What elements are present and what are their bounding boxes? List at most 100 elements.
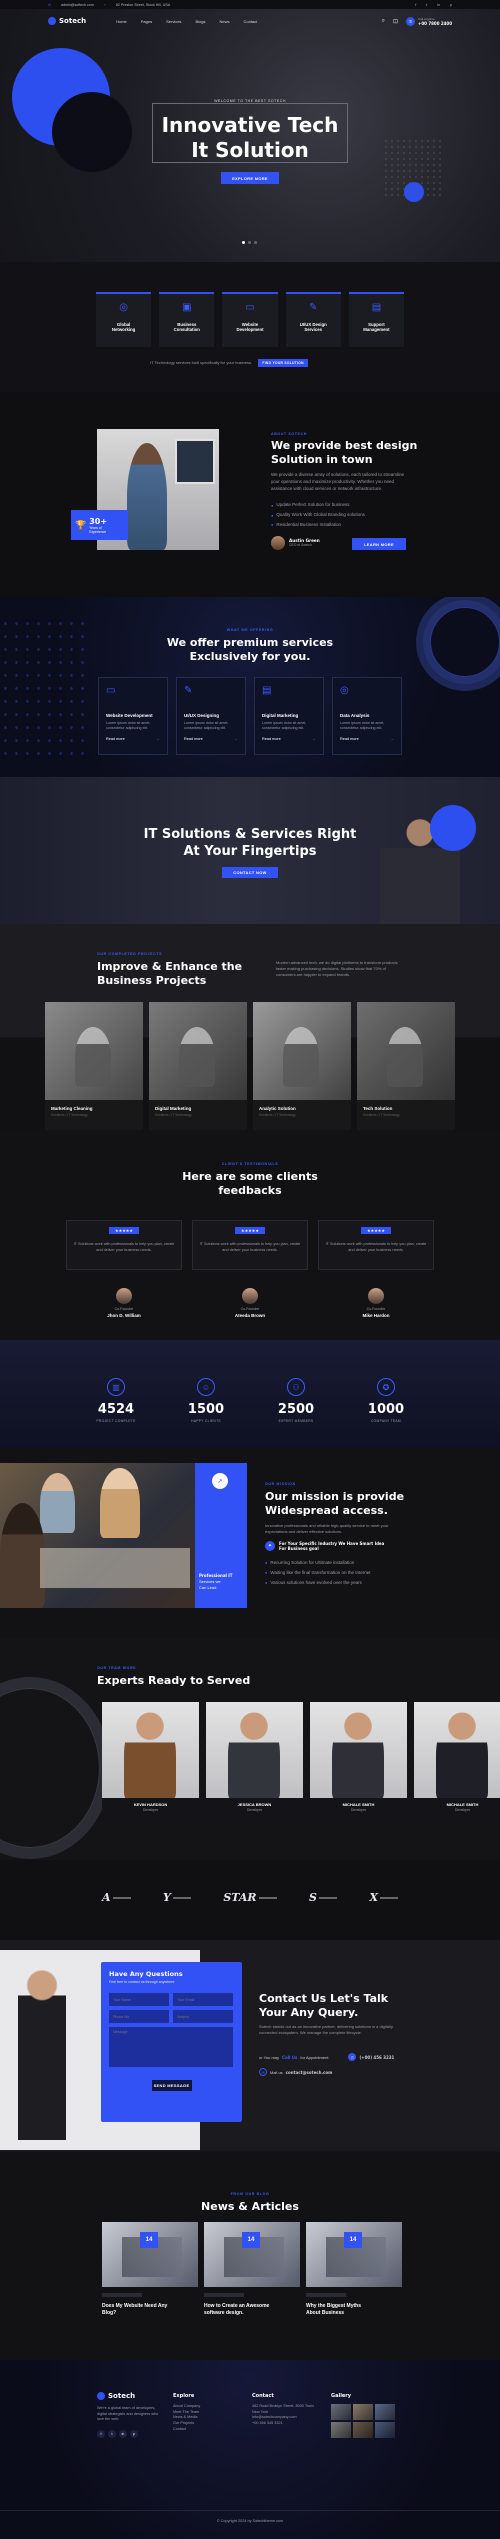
news-card[interactable]: 14 Does My Website Need Any Blog?: [102, 2222, 198, 2352]
hero-title-line2: It Solution: [191, 138, 309, 162]
news-title-line2[interactable]: Blog?: [102, 2310, 198, 2316]
footer-link[interactable]: Contact: [173, 2427, 200, 2433]
nav-news[interactable]: News: [219, 19, 229, 24]
team-card[interactable]: KEVIN HARDSON Developer: [102, 1702, 199, 1818]
gallery-thumb[interactable]: [353, 2404, 373, 2420]
send-message-button[interactable]: SEND MESSAGE: [151, 2080, 192, 2091]
news-title-line1[interactable]: How to Create an Awesome: [204, 2303, 300, 2309]
linkedin-icon[interactable]: in: [119, 2430, 127, 2438]
feature-title-line2: Networking: [111, 327, 136, 332]
about-checklist: ● Update Perfect Solution for business ● Q…: [271, 502, 365, 528]
experience-badge: 🏆 30+ Years of Experience: [71, 510, 128, 540]
hero-tag: WELCOME TO THE BEST SOTECH: [214, 99, 286, 103]
subject-field[interactable]: [173, 2010, 233, 2023]
gallery-thumb[interactable]: [331, 2404, 351, 2420]
mail-line: ✉ Mail us contact@sotech.com: [259, 2068, 332, 2076]
gallery-thumb[interactable]: [331, 2422, 351, 2438]
mission-side-panel: ↗ Professional IT Services we Can Lead: [195, 1463, 247, 1608]
brand-logo[interactable]: A: [102, 1891, 131, 1904]
find-solution-button[interactable]: FIND YOUR SOLUTION: [258, 359, 309, 367]
mission-image: [0, 1463, 195, 1608]
avatar: [368, 1288, 384, 1304]
brand-logo[interactable]: STAR: [223, 1891, 277, 1904]
team-card[interactable]: MICHALE SMITH Developer: [310, 1702, 407, 1818]
phone-field[interactable]: [109, 2010, 169, 2023]
nav-blogs[interactable]: Blogs: [195, 19, 205, 24]
project-card[interactable]: Marketing Cleaning Solutions / IT Technol…: [45, 1002, 143, 1130]
testimonial-card: ★★★★★ IT Solutions work with professional…: [66, 1220, 182, 1330]
gallery-thumb[interactable]: [353, 2422, 373, 2438]
contact-email[interactable]: contact@sotech.com: [286, 2070, 333, 2075]
news-card[interactable]: 14 How to Create an Awesome software desig…: [204, 2222, 300, 2352]
hero-explore-button[interactable]: EXPLORE MORE: [221, 172, 279, 184]
check-icon: ●: [265, 1569, 268, 1575]
read-more-link[interactable]: Read more: [340, 737, 359, 741]
name-field[interactable]: [109, 1993, 169, 2006]
read-more-link[interactable]: Read more: [184, 737, 203, 741]
check-icon: ●: [265, 1579, 268, 1585]
gallery-thumb[interactable]: [375, 2404, 395, 2420]
news-title-line2[interactable]: software design.: [204, 2310, 300, 2316]
project-card[interactable]: Digital Marketing Solutions / IT Technolo…: [149, 1002, 247, 1130]
project-subtitle: Solutions / IT Technology: [155, 1113, 192, 1117]
footer-link[interactable]: About Company: [173, 2404, 200, 2410]
email-field[interactable]: [173, 1993, 233, 2006]
news-card[interactable]: 14 Why the Biggest Myths About Business: [306, 2222, 402, 2352]
linkedin-icon[interactable]: in: [437, 3, 440, 7]
nav-pages[interactable]: Pages: [141, 19, 152, 24]
facebook-icon[interactable]: f: [415, 3, 416, 7]
hero-slider-dots[interactable]: [242, 241, 257, 244]
learn-more-button[interactable]: LEARN MORE: [352, 538, 406, 550]
news-date-badge: 14: [344, 2232, 362, 2248]
footer-logo[interactable]: Sotech: [97, 2392, 135, 2400]
phone-number[interactable]: +00 7800 2400: [418, 21, 452, 26]
twitter-icon[interactable]: t: [426, 3, 427, 7]
contact-phone[interactable]: (+00) 456 3231: [359, 2055, 394, 2060]
service-card[interactable]: ▭ Website Development Lorem ipsum dolor si…: [98, 677, 168, 755]
feature-card[interactable]: ◎ Global Networking: [96, 292, 152, 347]
news-title-line1[interactable]: Why the Biggest Myths: [306, 2303, 402, 2309]
message-field[interactable]: [109, 2027, 233, 2067]
stat-item: ☺ 1500 HAPPY CLIENTS: [176, 1378, 236, 1428]
news-title-line2[interactable]: About Business: [306, 2310, 402, 2316]
about-title-line2: Solution in town: [271, 453, 373, 466]
feature-card[interactable]: ▭ Website Development: [222, 292, 278, 347]
pinterest-icon[interactable]: p: [450, 3, 452, 7]
trophy-icon: 🏆: [75, 519, 87, 530]
nav-services[interactable]: Services: [166, 19, 181, 24]
stat-label: HAPPY CLIENTS: [191, 1419, 221, 1423]
service-card[interactable]: ◎ Data Analysis Lorem ipsum dolor sit amet…: [332, 677, 402, 755]
project-card[interactable]: Analytic Solution Solutions / IT Technolo…: [253, 1002, 351, 1130]
team-card[interactable]: JESSICA BROWN Developer: [206, 1702, 303, 1818]
brand-logo[interactable]: S: [309, 1891, 337, 1904]
service-card[interactable]: ▤ Digital Marketing Lorem ipsum dolor sit …: [254, 677, 324, 755]
nav-home[interactable]: Home: [116, 19, 127, 24]
gallery-thumb[interactable]: [375, 2422, 395, 2438]
pinterest-icon[interactable]: p: [130, 2430, 138, 2438]
search-icon[interactable]: ⌕: [382, 18, 385, 25]
twitter-icon[interactable]: t: [108, 2430, 116, 2438]
read-more-link[interactable]: Read more: [262, 737, 281, 741]
news-title-line1[interactable]: Does My Website Need Any: [102, 2303, 198, 2309]
read-more-link[interactable]: Read more: [106, 737, 125, 741]
topbar-email[interactable]: admin@softech.com: [61, 3, 94, 7]
facebook-icon[interactable]: f: [97, 2430, 105, 2438]
nav-contact[interactable]: Contact: [243, 19, 257, 24]
feature-card[interactable]: ▤ Support Management: [348, 292, 405, 347]
feature-card[interactable]: ▣ Business Consultation: [159, 292, 215, 347]
brand-logo[interactable]: Sotech: [48, 17, 86, 25]
service-card[interactable]: ✎ UI/UX Designing Lorem ipsum dolor sit am…: [176, 677, 246, 755]
brand-logo[interactable]: Y: [163, 1891, 191, 1904]
arrow-icon[interactable]: ↗: [212, 1473, 228, 1489]
hero-title-line1: Innovative Tech: [161, 113, 339, 137]
service-text: Lorem ipsum dolor sit amet, consectetur …: [106, 721, 151, 731]
news-tag: FROM OUR BLOG: [230, 2192, 270, 2196]
project-card[interactable]: Tech Solution Solutions / IT Technology: [357, 1002, 455, 1130]
contact-title-line2: Your Any Query.: [259, 2006, 359, 2019]
cart-icon[interactable]: ⊡: [393, 18, 398, 25]
contact-now-button[interactable]: CONTACT NOW: [222, 867, 278, 878]
feature-card[interactable]: ✎ UI/UX Design Services: [285, 292, 341, 347]
news-meta: [204, 2293, 244, 2297]
brand-logo[interactable]: X: [369, 1891, 398, 1904]
team-card[interactable]: MICHALE SMITH Developer: [414, 1702, 500, 1818]
